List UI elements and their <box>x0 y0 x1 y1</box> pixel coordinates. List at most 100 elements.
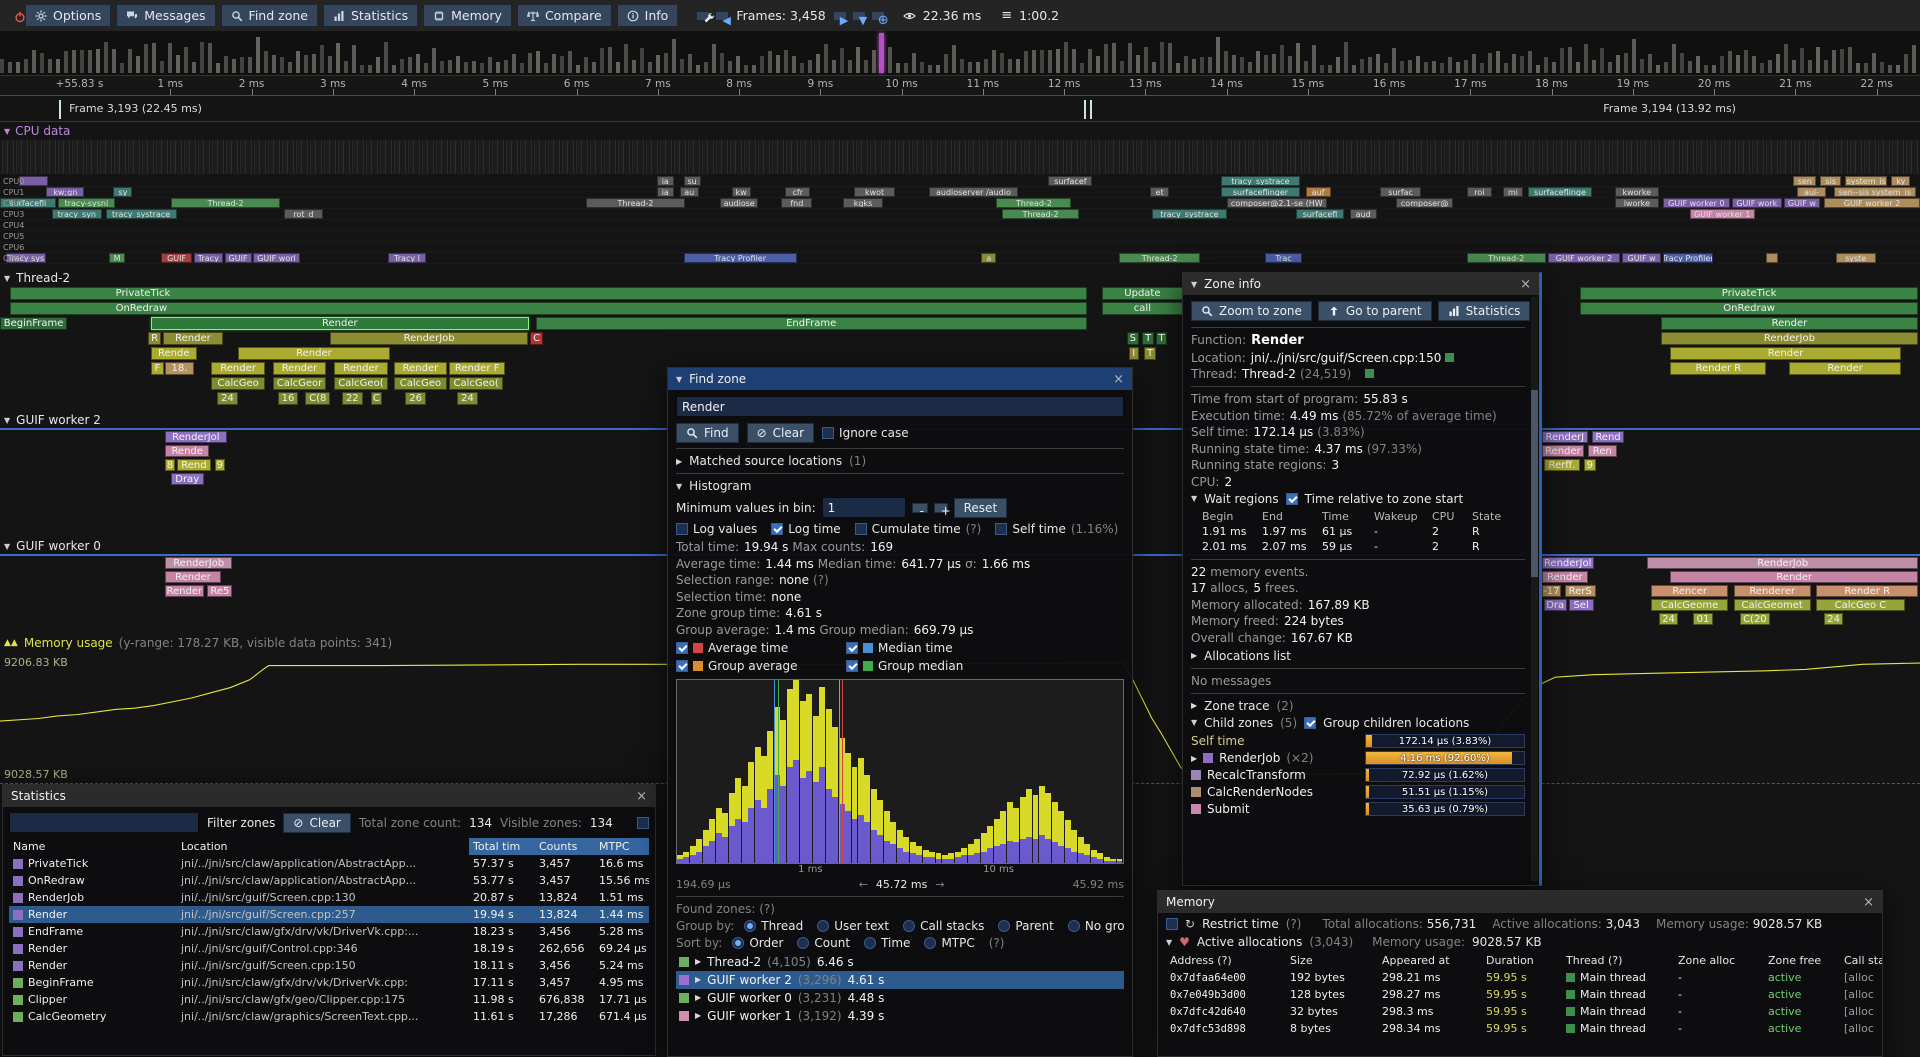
zone[interactable]: Dra <box>1544 599 1567 611</box>
zone[interactable]: 26 <box>405 392 426 405</box>
cpu-zone[interactable]: system_is <box>1845 176 1887 186</box>
order-radio[interactable] <box>732 937 744 949</box>
cpu-zone[interactable]: au <box>680 187 699 197</box>
zone[interactable]: Rend <box>1592 431 1625 443</box>
zone[interactable]: Rende <box>165 445 209 457</box>
allocations-list-header[interactable]: ▶ Allocations list <box>1191 649 1525 663</box>
child-zone-row[interactable]: Self time172.14 μs (3.83%) <box>1191 733 1525 750</box>
cpu-zone[interactable]: su <box>684 176 701 186</box>
zone[interactable]: CalcGeomet <box>1734 599 1811 611</box>
cpu-zone[interactable]: tracy_systrace <box>1152 209 1227 219</box>
group-average-checkbox[interactable] <box>676 660 688 672</box>
stats-row[interactable]: BeginFramejni/../jni/src/claw/gfx/drv/vk… <box>9 974 649 991</box>
stats-row[interactable]: Renderjni/../jni/src/guif/Control.cpp:34… <box>9 940 649 957</box>
cpu-zone[interactable]: ky <box>1891 176 1910 186</box>
cpu-zone[interactable]: kwot <box>854 187 894 197</box>
radio-thread[interactable]: Thread <box>744 919 803 933</box>
scrollbar[interactable] <box>1531 297 1538 881</box>
zone[interactable]: R <box>148 332 161 345</box>
zone[interactable]: Render <box>1542 571 1588 583</box>
cpu-zone[interactable]: Thread-2 <box>1467 253 1546 263</box>
zone[interactable]: C <box>371 392 383 405</box>
zone[interactable]: I <box>1129 347 1139 360</box>
zone[interactable]: C <box>530 332 543 345</box>
cpu-zone[interactable]: Thread-2 <box>996 198 1071 208</box>
zone[interactable]: RerS <box>1565 585 1596 597</box>
col-header-appeared-at[interactable]: Appeared at <box>1378 952 1482 969</box>
zone[interactable]: RenderJob <box>1661 332 1918 345</box>
col-header-duration[interactable]: Duration <box>1482 952 1562 969</box>
zone[interactable]: RenderJ <box>1542 431 1588 443</box>
arrow-right-icon[interactable]: → <box>935 878 944 891</box>
log-values-checkbox[interactable] <box>676 523 688 535</box>
zone[interactable]: T <box>1142 332 1154 345</box>
stats-row[interactable]: RenderJobjni/../jni/src/guif/Screen.cpp:… <box>9 889 649 906</box>
zone[interactable]: 22 <box>342 392 363 405</box>
zone[interactable]: Rencer <box>1651 585 1728 597</box>
option-self-time[interactable]: Self time(1.16%) <box>995 522 1118 536</box>
next-frame-button[interactable]: ▶ <box>833 11 847 21</box>
go-to-parent-button[interactable]: Go to parent <box>1318 301 1432 321</box>
mtpc-radio[interactable] <box>924 937 936 949</box>
cpu-zone[interactable]: rot_d <box>284 209 322 219</box>
zone[interactable]: Ren <box>1588 445 1617 457</box>
thread-header[interactable]: ▼Thread-2 <box>0 270 1920 286</box>
zone[interactable]: S <box>1127 332 1139 345</box>
allocation-row[interactable]: 0x7dfc53d8988 bytes298.34 ms59.95 sMain … <box>1166 1020 1874 1037</box>
tools-button[interactable] <box>696 11 710 21</box>
cpu-zone[interactable] <box>1766 253 1778 263</box>
zone[interactable]: 18. <box>165 362 194 375</box>
col-header-address[interactable]: Address (?) <box>1166 952 1286 969</box>
zone[interactable]: Render <box>1661 317 1918 330</box>
cpu-zone[interactable]: surfacefl <box>1296 209 1344 219</box>
close-icon[interactable]: × <box>1520 277 1531 292</box>
cpu-zone[interactable]: GUIF worl <box>253 253 299 263</box>
memory-titlebar[interactable]: Memory × <box>1158 891 1882 913</box>
zone[interactable]: BeginFrame <box>0 317 67 330</box>
zone-info-titlebar[interactable]: ▼ Zone info × <box>1183 273 1539 295</box>
cpu-zone[interactable]: GUIF worker 0 <box>1663 198 1730 208</box>
zone[interactable]: RenderJob <box>1647 557 1918 569</box>
cpu-zone[interactable]: kw <box>732 187 751 197</box>
zone[interactable]: 9 <box>215 459 225 471</box>
radio-count[interactable]: Count <box>797 936 850 950</box>
zone[interactable]: OnRedraw <box>1580 302 1918 315</box>
allocation-row[interactable]: 0x7dfc42d64032 bytes298.3 ms59.95 sMain … <box>1166 1003 1874 1020</box>
allocation-row[interactable]: 0x7dfaa64e00192 bytes298.21 ms59.95 sMai… <box>1166 969 1874 986</box>
ignore-case-checkbox[interactable] <box>822 427 834 439</box>
median-time-checkbox[interactable] <box>846 642 858 654</box>
cpu-zone[interactable]: kgks <box>843 198 883 208</box>
radio-call-stacks[interactable]: Call stacks <box>903 919 984 933</box>
zone[interactable]: C(8 <box>305 392 330 405</box>
zone[interactable]: CalcGeo C <box>1816 599 1904 611</box>
count-radio[interactable] <box>797 937 809 949</box>
cpu-zone[interactable]: iworke <box>1615 198 1659 208</box>
cpu-zone[interactable]: GUIF work <box>1732 198 1782 208</box>
col-header-location[interactable]: Location <box>177 838 469 855</box>
cpu-zone[interactable]: GUIF <box>161 253 192 263</box>
zone[interactable]: CalcGeo <box>394 377 448 390</box>
zone[interactable]: Renderer <box>1734 585 1811 597</box>
cpu-zone[interactable]: tracy_systrace <box>1221 176 1300 186</box>
col-header-name[interactable]: Name <box>9 838 177 855</box>
cumulate-time-checkbox[interactable] <box>855 523 867 535</box>
child-zone-row[interactable]: RecalcTransform72.92 μs (1.62%) <box>1191 767 1525 784</box>
child-zone-row[interactable]: CalcRenderNodes51.51 μs (1.15%) <box>1191 784 1525 801</box>
reset-button[interactable]: Reset <box>954 498 1008 518</box>
col-header-size[interactable]: Size <box>1286 952 1378 969</box>
stats-row[interactable]: Renderjni/../jni/src/guif/Screen.cpp:257… <box>9 906 649 923</box>
active-allocations-header[interactable]: ▼ ♥ Active allocations (3,043) Memory us… <box>1166 935 1874 949</box>
cpu-zone[interactable]: aud <box>1350 209 1377 219</box>
radio-no-grouping[interactable]: No grouping <box>1068 919 1124 933</box>
user-text-radio[interactable] <box>817 920 829 932</box>
zone[interactable]: Render <box>165 585 203 597</box>
statistics-button[interactable]: Statistics <box>323 4 418 27</box>
cpu-zone[interactable]: GUIF <box>225 253 252 263</box>
cpu-zone[interactable]: sen <box>1793 176 1816 186</box>
call-stacks-radio[interactable] <box>903 920 915 932</box>
zone[interactable]: Render <box>1670 347 1900 360</box>
cpu-zone[interactable]: GUIF worker 2 <box>1548 253 1621 263</box>
zone[interactable]: PrivateTick <box>1580 287 1918 300</box>
cpu-zone[interactable]: composer@ <box>1396 198 1454 208</box>
close-icon[interactable]: × <box>636 789 647 804</box>
